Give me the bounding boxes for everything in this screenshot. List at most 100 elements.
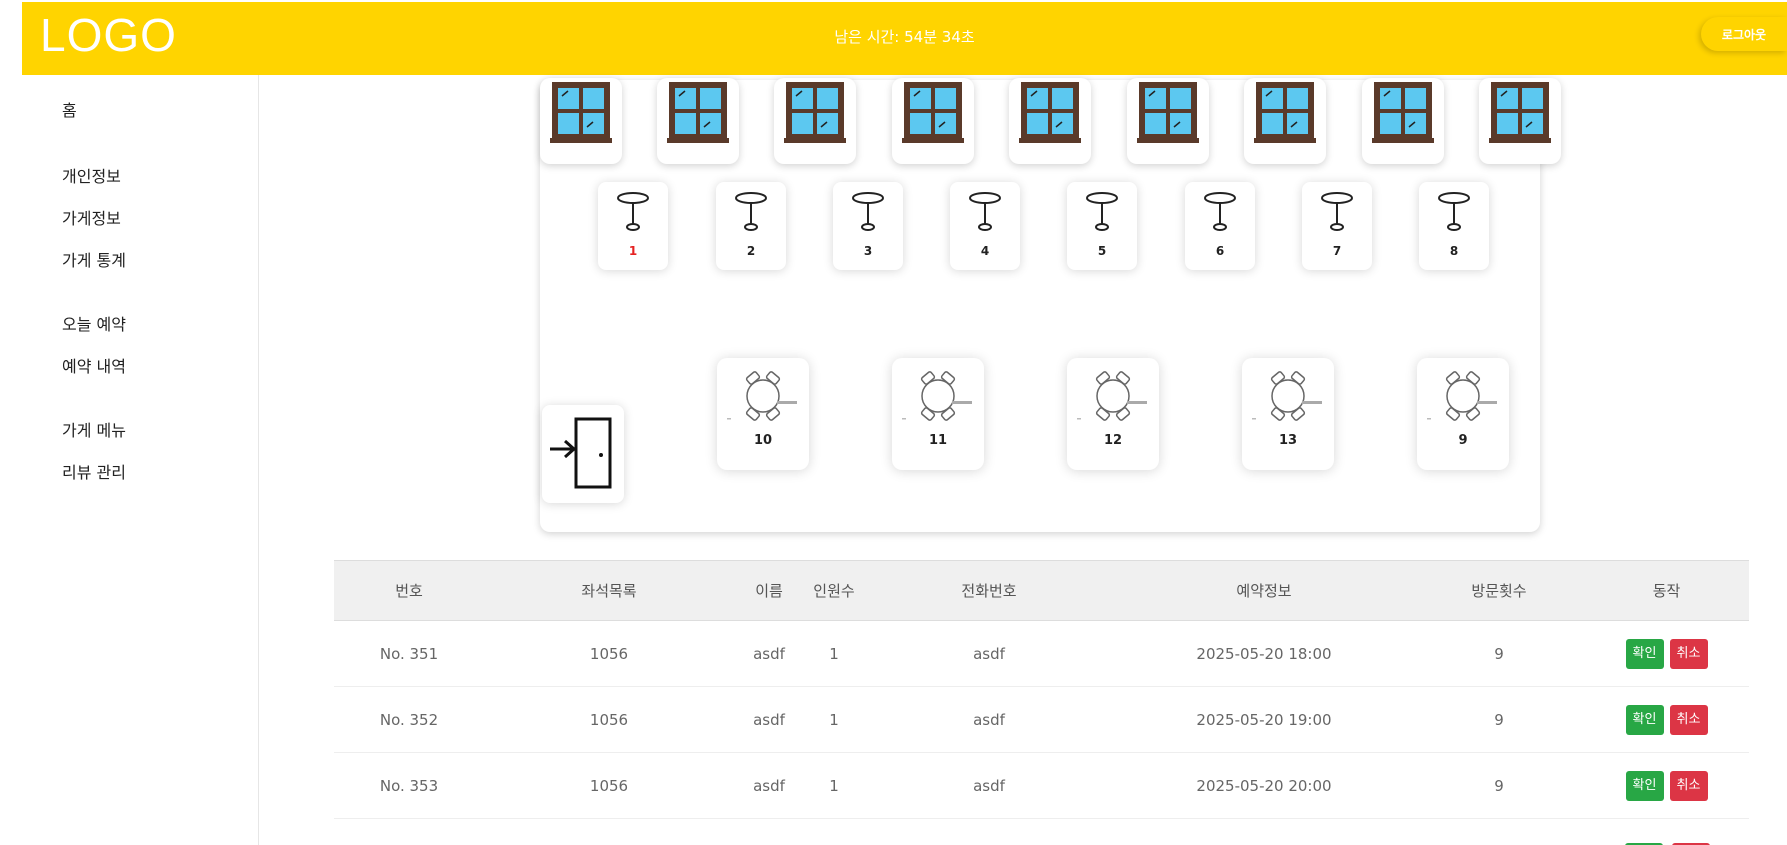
round-table-icon xyxy=(1321,192,1353,231)
window xyxy=(774,78,856,164)
row-actions: 확인 취소 xyxy=(1584,686,1749,753)
party-size: 1 xyxy=(804,686,864,753)
guest-name: asdf xyxy=(734,752,804,819)
window-icon xyxy=(1489,82,1551,143)
sidebar: 홈 개인정보 가게정보 가게 통계 오늘 예약 예약 내역 가게 메뉴 리뷰 관… xyxy=(22,75,259,845)
reservation-datetime: 2025-05-20 19:00 xyxy=(1114,686,1414,753)
sidebar-item-reservation-history[interactable]: 예약 내역 xyxy=(62,353,126,377)
table-with-chairs-icon xyxy=(902,371,972,421)
sidebar-item-review-management[interactable]: 리뷰 관리 xyxy=(62,459,126,483)
window-icon xyxy=(1372,82,1434,143)
top-header: LOGO 남은 시간: 54분 34초 로그아웃 xyxy=(22,2,1787,75)
window xyxy=(1479,78,1561,164)
table-number: 7 xyxy=(1332,244,1342,258)
seat-list: 1056 xyxy=(484,620,734,687)
window-icon xyxy=(784,82,846,143)
table-number: 1 xyxy=(628,244,638,258)
phone-number: asdf xyxy=(864,686,1114,753)
column-header-seats[interactable]: 좌석목록 xyxy=(484,560,734,621)
table-9[interactable]: 9 xyxy=(1417,358,1509,470)
table-12[interactable]: 12 xyxy=(1067,358,1159,470)
window xyxy=(1362,78,1444,164)
table-11[interactable]: 11 xyxy=(892,358,984,470)
sidebar-item-store-stats[interactable]: 가게 통계 xyxy=(62,247,126,271)
confirm-button[interactable]: 확인 xyxy=(1625,770,1664,801)
guest-name: asdf xyxy=(734,620,804,687)
table-3[interactable]: 3 xyxy=(833,182,903,270)
entrance-door xyxy=(542,405,624,503)
column-header-reservation-info[interactable]: 예약정보 xyxy=(1114,560,1414,621)
table-5[interactable]: 5 xyxy=(1067,182,1137,270)
table-number: 2 xyxy=(746,244,756,258)
column-header-actions: 동작 xyxy=(1584,560,1749,621)
cancel-button[interactable]: 취소 xyxy=(1669,770,1708,801)
seat-list: 1056 xyxy=(484,686,734,753)
sidebar-item-home[interactable]: 홈 xyxy=(62,97,77,121)
logout-button[interactable]: 로그아웃 xyxy=(1701,17,1787,51)
table-number: 9 xyxy=(1458,433,1468,448)
table-with-chairs-icon xyxy=(727,371,797,421)
table-with-chairs-icon xyxy=(1427,371,1497,421)
party-size: 1 xyxy=(804,620,864,687)
window-icon xyxy=(1137,82,1199,143)
sidebar-item-store-menu[interactable]: 가게 메뉴 xyxy=(62,417,126,441)
table-number: 13 xyxy=(1278,433,1298,448)
row-actions: 확인 취소 xyxy=(1584,752,1749,819)
table-number: 10 xyxy=(753,433,773,448)
round-table-icon xyxy=(735,192,767,231)
round-table-icon xyxy=(1204,192,1236,231)
column-header-visits[interactable]: 방문횟수 xyxy=(1414,560,1584,621)
window xyxy=(892,78,974,164)
phone-number: asdf xyxy=(864,752,1114,819)
table-number: 6 xyxy=(1215,244,1225,258)
round-table-icon xyxy=(969,192,1001,231)
confirm-button[interactable]: 확인 xyxy=(1625,638,1664,669)
window-icon xyxy=(667,82,729,143)
phone-number: asdf xyxy=(864,620,1114,687)
party-size: 1 xyxy=(804,752,864,819)
reservation-table: 번호 좌석목록 이름 인원수 전화번호 예약정보 방문횟수 동작 No. 351… xyxy=(334,560,1749,819)
table-header-row: 번호 좌석목록 이름 인원수 전화번호 예약정보 방문횟수 동작 xyxy=(334,560,1749,621)
visit-count: 9 xyxy=(1414,620,1584,687)
table-number: 11 xyxy=(928,433,948,448)
column-header-number[interactable]: 번호 xyxy=(334,560,484,621)
window xyxy=(1244,78,1326,164)
table-2[interactable]: 2 xyxy=(716,182,786,270)
window xyxy=(1009,78,1091,164)
row-actions: 확인 취소 xyxy=(1584,620,1749,687)
visit-count: 9 xyxy=(1414,686,1584,753)
table-7[interactable]: 7 xyxy=(1302,182,1372,270)
column-header-people[interactable]: 인원수 xyxy=(804,560,864,621)
window xyxy=(1127,78,1209,164)
column-header-phone[interactable]: 전화번호 xyxy=(864,560,1114,621)
round-table-icon xyxy=(852,192,884,231)
guest-name: asdf xyxy=(734,686,804,753)
table-10[interactable]: 10 xyxy=(717,358,809,470)
cancel-button[interactable]: 취소 xyxy=(1669,638,1708,669)
confirm-button[interactable]: 확인 xyxy=(1625,704,1664,735)
table-8[interactable]: 8 xyxy=(1419,182,1489,270)
reservation-datetime: 2025-05-20 18:00 xyxy=(1114,620,1414,687)
table-4[interactable]: 4 xyxy=(950,182,1020,270)
table-6[interactable]: 6 xyxy=(1185,182,1255,270)
sidebar-item-today-reservations[interactable]: 오늘 예약 xyxy=(62,311,126,335)
table-number: 5 xyxy=(1097,244,1107,258)
reservation-table-body: No. 351 1056 asdf 1 asdf 2025-05-20 18:00 9 확인 취… xyxy=(334,620,1749,819)
reservation-number: No. 351 xyxy=(334,620,484,687)
entrance-door-icon xyxy=(550,417,612,489)
table-row: No. 351 1056 asdf 1 asdf 2025-05-20 18:00 9 확인 취… xyxy=(334,620,1749,687)
cancel-button[interactable]: 취소 xyxy=(1669,704,1708,735)
round-table-icon xyxy=(1438,192,1470,231)
table-number: 12 xyxy=(1103,433,1123,448)
table-with-chairs-icon xyxy=(1077,371,1147,421)
round-table-icon xyxy=(617,192,649,231)
table-13[interactable]: 13 xyxy=(1242,358,1334,470)
sidebar-item-store-info[interactable]: 가게정보 xyxy=(62,205,121,229)
table-number: 3 xyxy=(863,244,873,258)
table-with-chairs-icon xyxy=(1252,371,1322,421)
column-header-name[interactable]: 이름 xyxy=(734,560,804,621)
table-1[interactable]: 1 xyxy=(598,182,668,270)
sidebar-item-personal-info[interactable]: 개인정보 xyxy=(62,163,121,187)
reservation-datetime: 2025-05-20 20:00 xyxy=(1114,752,1414,819)
window-icon xyxy=(550,82,612,143)
